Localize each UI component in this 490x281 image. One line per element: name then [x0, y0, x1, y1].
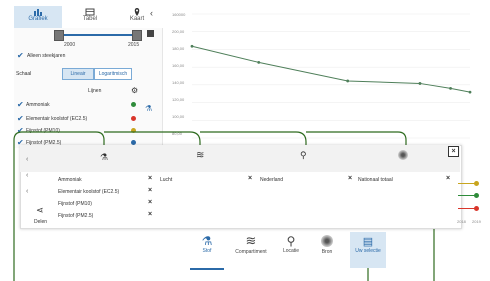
x-tick-2018: 2018 — [457, 219, 466, 224]
locatie-button[interactable]: ⚲ Locatie — [276, 232, 306, 268]
overlay-close-button[interactable]: × — [448, 146, 459, 157]
location-pin-icon-bottom: ⚲ — [286, 234, 296, 248]
compartiment-lucht: Lucht — [160, 177, 173, 183]
share-icon[interactable]: ⋖ — [36, 205, 44, 216]
flask-icon-bottom: ⚗ — [201, 234, 213, 248]
compartiment-label: Compartiment — [235, 249, 267, 255]
locatie-nederland: Nederland — [260, 177, 284, 183]
bron-label: Bron — [321, 249, 333, 255]
waves-icon: ≋ — [196, 150, 205, 161]
stof-pm25: Fijnstof (PM2.5) — [58, 213, 94, 219]
clipboard-icon: ▤ — [362, 236, 374, 248]
uw-selectie-button[interactable]: ▤ Uw selectie — [350, 232, 386, 268]
bron-nationaal-totaal: Nationaal totaal — [358, 177, 393, 183]
legend-dot-yellow — [474, 181, 479, 186]
target-icon-bottom — [321, 235, 333, 247]
legend-dot-green — [474, 193, 479, 198]
remove-pm25-icon[interactable]: × — [148, 211, 152, 218]
x-tick-2019: 2019 — [472, 219, 481, 224]
stof-ammoniak: Ammoniak — [58, 177, 82, 183]
overlay-header — [20, 145, 460, 172]
remove-pm10-icon[interactable]: × — [148, 199, 152, 206]
location-pin-icon: ⚲ — [300, 150, 307, 160]
compartiment-button[interactable]: ≋ Compartiment — [232, 232, 270, 268]
legend-dot-red — [474, 206, 479, 211]
target-icon — [398, 150, 408, 160]
flask-icon: ⚗ — [100, 152, 109, 162]
locatie-label: Locatie — [282, 248, 300, 254]
stof-ec: Elementair koolstof (EC2.5) — [58, 189, 120, 195]
waves-icon-bottom: ≋ — [245, 233, 257, 248]
remove-nederland-icon[interactable]: × — [348, 175, 352, 182]
remove-ammoniak-icon[interactable]: × — [148, 175, 152, 182]
stof-pm10: Fijnstof (PM10) — [58, 201, 92, 207]
share-label[interactable]: Delen — [34, 219, 47, 225]
remove-bron-icon[interactable]: × — [446, 175, 450, 182]
left-chevron-icon-2[interactable]: ‹ — [26, 172, 28, 179]
stof-label: Stof — [202, 248, 212, 254]
bron-button[interactable]: Bron — [312, 232, 342, 268]
stof-button[interactable]: ⚗ Stof — [190, 232, 224, 270]
left-chevron-icon-3[interactable]: ‹ — [26, 188, 28, 195]
left-chevron-icon[interactable]: ‹ — [26, 156, 28, 163]
uw-selectie-label: Uw selectie — [355, 248, 381, 254]
selection-bar: ⚗ Stof ≋ Compartiment ⚲ Locatie Bron ▤ U… — [190, 232, 392, 270]
remove-ec-icon[interactable]: × — [148, 187, 152, 194]
remove-lucht-icon[interactable]: × — [248, 175, 252, 182]
